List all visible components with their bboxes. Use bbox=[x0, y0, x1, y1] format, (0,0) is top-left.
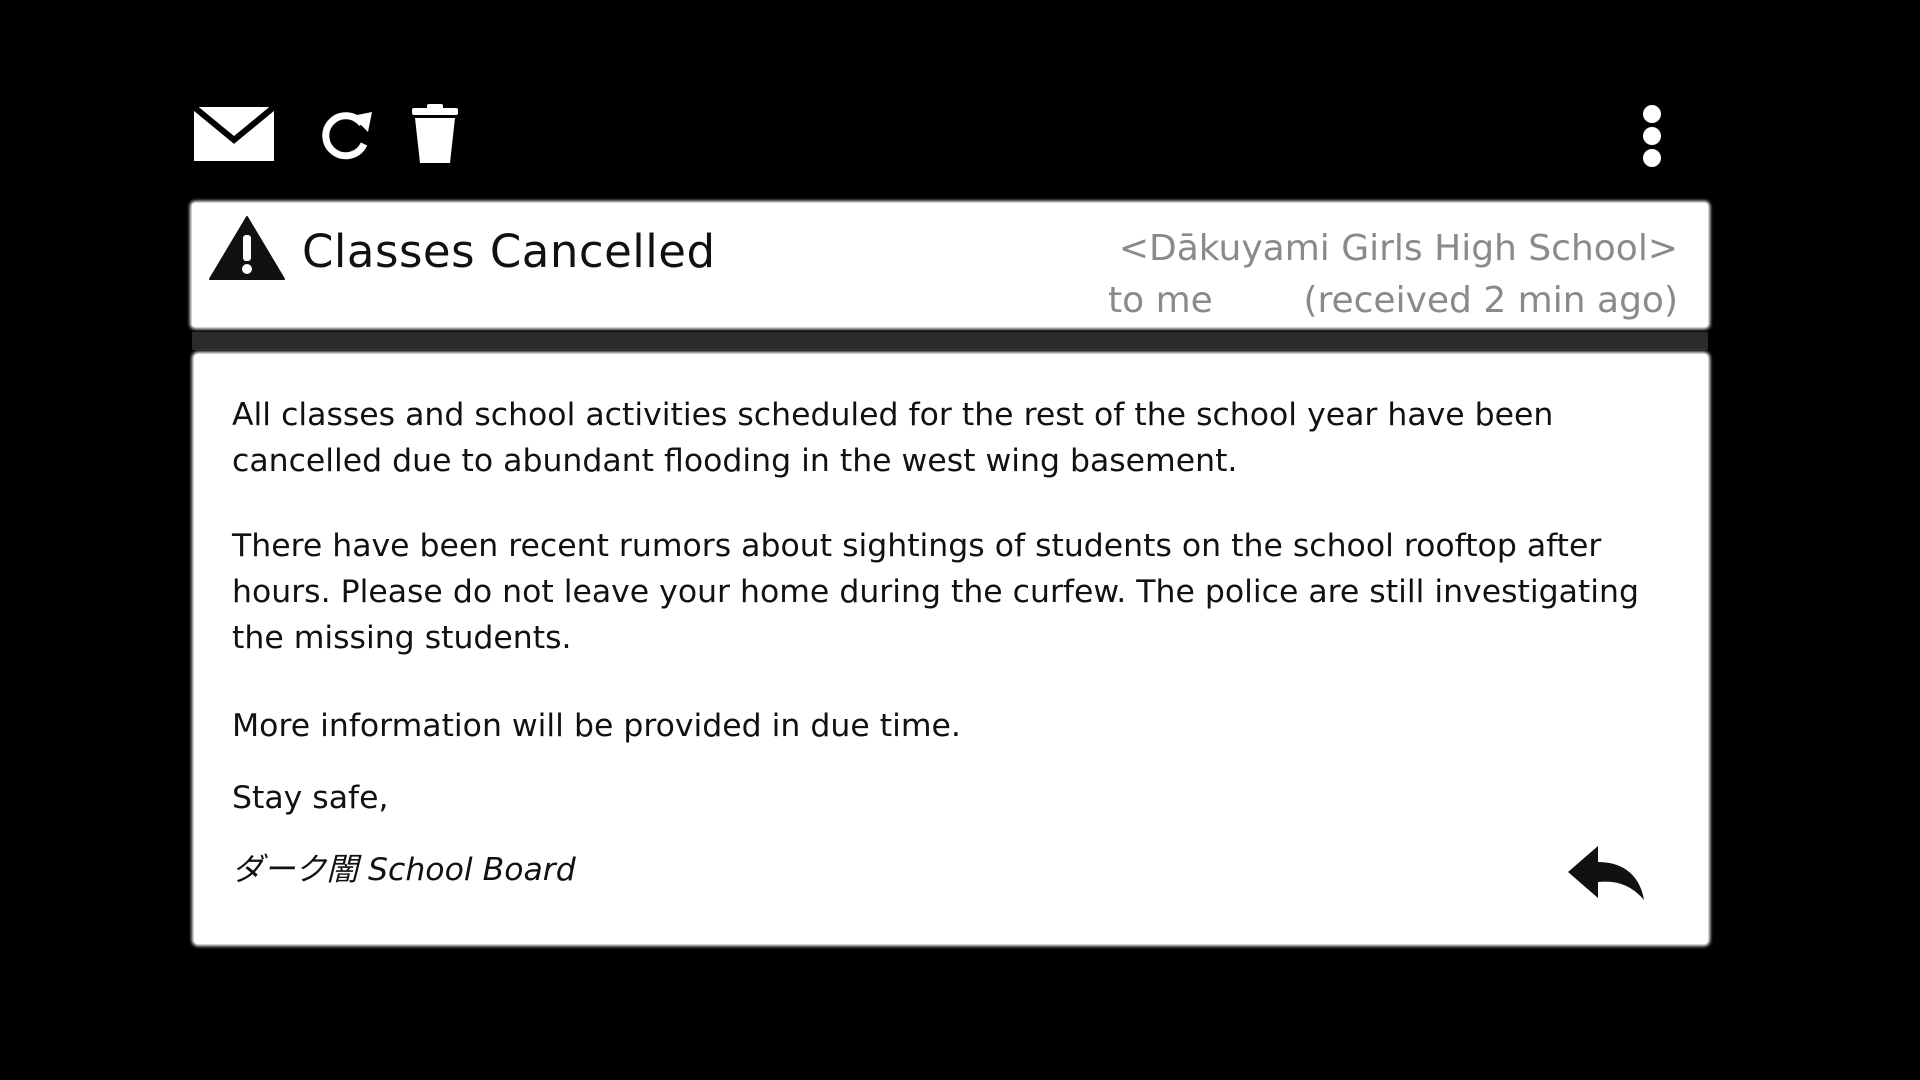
email-recipient: to me bbox=[1108, 280, 1213, 321]
email-header: Classes Cancelled <Dākuyami Girls High S… bbox=[192, 203, 1708, 327]
email-sender[interactable]: <Dākuyami Girls High School> bbox=[1108, 223, 1678, 275]
email-subject: Classes Cancelled bbox=[302, 225, 716, 278]
body-paragraph-3: More information will be provided in due… bbox=[232, 708, 961, 744]
more-vertical-icon[interactable] bbox=[1641, 104, 1663, 172]
divider bbox=[192, 332, 1708, 350]
body-paragraph-1: All classes and school activities schedu… bbox=[232, 397, 1554, 479]
trash-icon[interactable] bbox=[410, 104, 460, 168]
body-signature: ダーク闇 School Board bbox=[232, 852, 576, 888]
meta-row: to me (received 2 min ago) bbox=[1108, 275, 1678, 327]
body-paragraph-2: There have been recent rumors about sigh… bbox=[232, 528, 1639, 656]
sender-info: <Dākuyami Girls High School> to me (rece… bbox=[1108, 223, 1678, 327]
reply-icon[interactable] bbox=[1566, 844, 1646, 906]
mail-icon[interactable] bbox=[192, 104, 276, 166]
toolbar bbox=[192, 100, 1663, 172]
email-body: All classes and school activities schedu… bbox=[194, 354, 1708, 944]
email-received-time: (received 2 min ago) bbox=[1303, 280, 1678, 321]
mail-viewer: Classes Cancelled <Dākuyami Girls High S… bbox=[0, 0, 1920, 1080]
refresh-icon[interactable] bbox=[318, 108, 376, 166]
body-closing: Stay safe, bbox=[232, 780, 389, 816]
warning-icon bbox=[208, 215, 286, 285]
email-body-text: All classes and school activities schedu… bbox=[232, 392, 1682, 893]
